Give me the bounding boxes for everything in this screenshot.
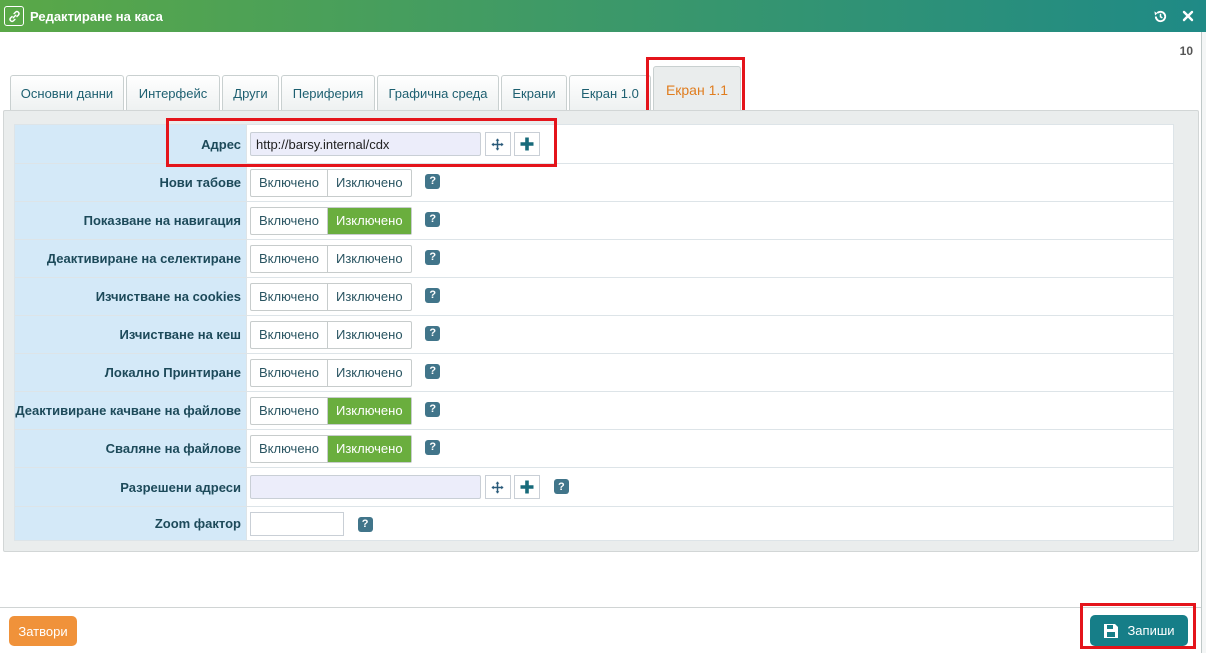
save-button[interactable]: Запиши — [1090, 615, 1188, 646]
allowed-addresses-label: Разрешени адреси — [14, 467, 247, 507]
record-number: 10 — [1179, 44, 1193, 58]
close-icon[interactable] — [1180, 8, 1196, 24]
zoom-label: Zoom фактор — [14, 506, 247, 541]
tab-peripherals[interactable]: Периферия — [281, 75, 375, 110]
row-label: Сваляне на файлове — [14, 429, 247, 468]
toggle-clear-cache: Включено Изключено — [250, 320, 412, 349]
form-row-clear-cache: Изчистване на кеш Включено Изключено ? — [14, 315, 1174, 354]
settings-form: Адрес http://barsy.internal/cdx Нови таб… — [14, 124, 1174, 541]
form-row-allowed-addresses: Разрешени адреси ? — [14, 467, 1174, 507]
form-row-disable-selection: Деактивиране на селектиране Включено Изк… — [14, 239, 1174, 278]
toggle-show-navigation: Включено Изключено — [250, 206, 412, 235]
toggle-off-option[interactable]: Изключено — [326, 207, 411, 234]
toggle-download-files: Включено Изключено — [250, 434, 412, 463]
window-title: Редактиране на каса — [30, 8, 163, 24]
form-row-clear-cookies: Изчистване на cookies Включено Изключено… — [14, 277, 1174, 316]
window-titlebar: Редактиране на каса — [0, 0, 1206, 32]
help-icon[interactable]: ? — [425, 287, 441, 303]
toggle-off-option[interactable]: Изключено — [326, 245, 411, 272]
help-icon[interactable]: ? — [553, 479, 569, 494]
help-icon[interactable]: ? — [425, 249, 441, 265]
toggle-off-option[interactable]: Изключено — [326, 359, 411, 386]
help-icon[interactable]: ? — [425, 439, 441, 455]
toggle-on-option[interactable]: Включено — [251, 322, 327, 348]
zoom-input[interactable] — [250, 511, 344, 536]
row-label: Нови табове — [14, 163, 247, 202]
toggle-clear-cookies: Включено Изключено — [250, 282, 412, 311]
tab-screens[interactable]: Екрани — [501, 75, 567, 110]
form-row-address: Адрес http://barsy.internal/cdx — [14, 124, 1174, 164]
toggle-off-option[interactable]: Изключено — [326, 283, 411, 310]
tab-screen-1-0[interactable]: Екран 1.0 — [569, 75, 651, 110]
help-icon[interactable]: ? — [425, 211, 441, 227]
move-icon[interactable] — [484, 475, 511, 499]
add-address-button[interactable] — [514, 132, 541, 156]
toggle-on-option[interactable]: Включено — [251, 398, 327, 424]
add-allowed-address-button[interactable] — [514, 475, 541, 499]
history-icon[interactable] — [1152, 8, 1168, 24]
form-row-disable-upload: Деактивиране качване на файлове Включено… — [14, 391, 1174, 430]
tab-other[interactable]: Други — [222, 75, 279, 110]
toggle-on-option[interactable]: Включено — [251, 436, 327, 462]
address-input[interactable]: http://barsy.internal/cdx — [250, 132, 481, 156]
scroll-gutter[interactable] — [1202, 32, 1206, 653]
move-icon[interactable] — [484, 132, 511, 156]
toggle-on-option[interactable]: Включено — [251, 246, 327, 272]
help-icon[interactable]: ? — [425, 173, 441, 189]
floppy-disk-icon — [1104, 623, 1119, 638]
tab-interface[interactable]: Интерфейс — [126, 75, 220, 110]
link-icon — [4, 6, 24, 26]
tab-graphic-environment[interactable]: Графична среда — [377, 75, 499, 110]
help-icon[interactable]: ? — [425, 363, 441, 379]
toggle-on-option[interactable]: Включено — [251, 360, 327, 386]
tab-main-data[interactable]: Основни данни — [10, 75, 124, 110]
toggle-disable-upload: Включено Изключено — [250, 396, 412, 425]
allowed-addresses-input[interactable] — [250, 475, 481, 499]
plus-icon — [520, 480, 534, 494]
form-row-download-files: Сваляне на файлове Включено Изключено ? — [14, 429, 1174, 468]
plus-icon — [520, 137, 534, 151]
toggle-new-tabs: Включено Изключено — [250, 168, 412, 197]
form-row-show-navigation: Показване на навигация Включено Изключен… — [14, 201, 1174, 240]
help-icon[interactable]: ? — [357, 516, 373, 532]
toggle-off-option[interactable]: Изключено — [326, 321, 411, 348]
help-icon[interactable]: ? — [425, 401, 441, 417]
toggle-off-option[interactable]: Изключено — [326, 397, 411, 424]
close-button[interactable]: Затвори — [9, 616, 77, 646]
form-row-zoom: Zoom фактор ? — [14, 506, 1174, 541]
help-icon[interactable]: ? — [425, 325, 441, 341]
row-label: Локално Принтиране — [14, 353, 247, 392]
form-row-new-tabs: Нови табове Включено Изключено ? — [14, 163, 1174, 202]
toggle-disable-selection: Включено Изключено — [250, 244, 412, 273]
save-label: Запиши — [1127, 623, 1175, 638]
toggle-on-option[interactable]: Включено — [251, 208, 327, 234]
toggle-local-printing: Включено Изключено — [250, 358, 412, 387]
row-label: Показване на навигация — [14, 201, 247, 240]
tab-screen-1-1[interactable]: Екран 1.1 — [653, 66, 741, 112]
address-label: Адрес — [14, 124, 247, 164]
row-label: Деактивиране на селектиране — [14, 239, 247, 278]
toggle-on-option[interactable]: Включено — [251, 170, 327, 196]
toggle-off-option[interactable]: Изключено — [326, 169, 411, 196]
row-label: Изчистване на кеш — [14, 315, 247, 354]
toggle-on-option[interactable]: Включено — [251, 284, 327, 310]
row-label: Деактивиране качване на файлове — [14, 391, 247, 430]
row-label: Изчистване на cookies — [14, 277, 247, 316]
form-row-local-printing: Локално Принтиране Включено Изключено ? — [14, 353, 1174, 392]
footer-divider — [0, 607, 1201, 608]
toggle-off-option[interactable]: Изключено — [326, 435, 411, 462]
